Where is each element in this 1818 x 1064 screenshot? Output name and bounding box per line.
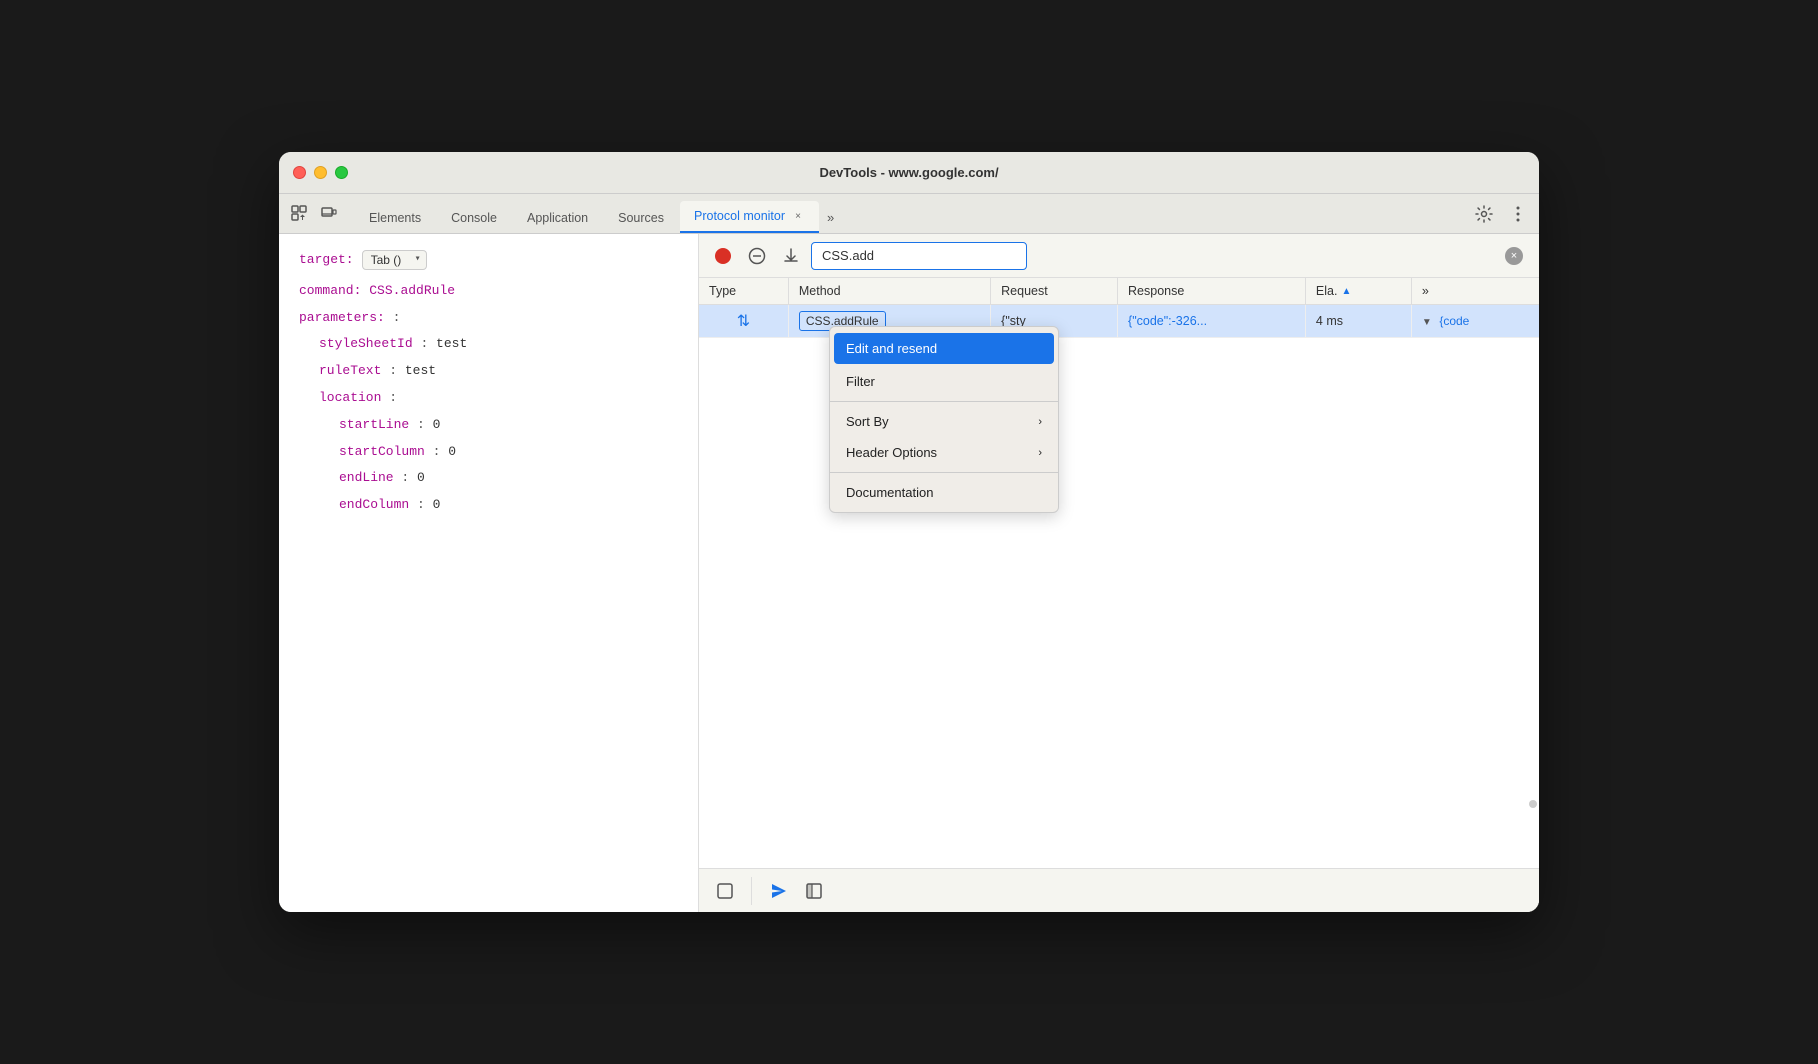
ctx-edit-resend[interactable]: Edit and resend bbox=[834, 333, 1054, 364]
bottom-divider bbox=[751, 877, 752, 905]
maximize-button[interactable] bbox=[335, 166, 348, 179]
devtools-window: DevTools - www.google.com/ bbox=[279, 152, 1539, 912]
end-col-value: 0 bbox=[433, 497, 441, 512]
col-type: Type bbox=[699, 278, 788, 305]
send-button[interactable] bbox=[764, 877, 792, 905]
tab-sources[interactable]: Sources bbox=[604, 203, 678, 233]
start-col-value: 0 bbox=[448, 444, 456, 459]
bottom-bar bbox=[699, 868, 1539, 912]
command-label: command: bbox=[299, 283, 361, 298]
table-container: Type Method Request Response Ela. ▲ bbox=[699, 278, 1539, 868]
settings-icon[interactable] bbox=[1471, 201, 1497, 227]
end-line-label: endLine bbox=[339, 470, 394, 485]
scrollbar-thumb bbox=[1529, 800, 1537, 808]
location-row: location : bbox=[299, 388, 678, 409]
start-line-row: startLine : 0 bbox=[299, 415, 678, 436]
start-line-value: 0 bbox=[433, 417, 441, 432]
end-line-value: 0 bbox=[417, 470, 425, 485]
search-input[interactable] bbox=[811, 242, 1027, 270]
elapsed-cell: 4 ms bbox=[1305, 305, 1411, 338]
response-value: {"code":-326... bbox=[1128, 314, 1207, 328]
col-response: Response bbox=[1118, 278, 1306, 305]
col-elapsed: Ela. ▲ bbox=[1305, 278, 1411, 305]
toolbar: × bbox=[699, 234, 1539, 278]
ctx-header-options[interactable]: Header Options › bbox=[830, 437, 1058, 468]
protocol-table: Type Method Request Response Ela. ▲ bbox=[699, 278, 1539, 338]
tab-bar: Elements Console Application Sources Pro… bbox=[279, 194, 1539, 234]
sort-arrow-icon: ▲ bbox=[1341, 286, 1351, 297]
style-sheet-row: styleSheetId : test bbox=[299, 334, 678, 355]
device-toggle-icon[interactable] bbox=[317, 201, 341, 225]
tab-application[interactable]: Application bbox=[513, 203, 602, 233]
location-label: location bbox=[319, 390, 381, 405]
detail-cell: ▼ {code bbox=[1411, 305, 1539, 338]
ctx-separator-2 bbox=[830, 472, 1058, 473]
col-request: Request bbox=[991, 278, 1118, 305]
more-options-icon[interactable] bbox=[1505, 201, 1531, 227]
clear-button[interactable] bbox=[743, 242, 771, 270]
table-row[interactable]: ⇅ CSS.addRule {"sty {"code":-326... 4 ms bbox=[699, 305, 1539, 338]
ctx-sort-chevron-icon: › bbox=[1038, 416, 1042, 428]
tab-close-icon[interactable]: × bbox=[791, 209, 805, 223]
main-content: target: Tab () command: CSS.addRule para… bbox=[279, 234, 1539, 912]
response-cell: {"code":-326... bbox=[1118, 305, 1306, 338]
tab-elements[interactable]: Elements bbox=[355, 203, 435, 233]
end-col-label: endColumn bbox=[339, 497, 409, 512]
end-line-row: endLine : 0 bbox=[299, 468, 678, 489]
command-row: command: CSS.addRule bbox=[299, 281, 678, 302]
start-line-label: startLine bbox=[339, 417, 409, 432]
parameters-row: parameters: : bbox=[299, 308, 678, 329]
context-menu: Edit and resend Filter Sort By › Header … bbox=[829, 326, 1059, 513]
style-sheet-label: styleSheetId bbox=[319, 336, 413, 351]
stop-recording-button[interactable] bbox=[709, 242, 737, 270]
target-select[interactable]: Tab () bbox=[362, 250, 427, 270]
style-sheet-value: test bbox=[436, 336, 467, 351]
target-select-wrap: Tab () bbox=[362, 250, 427, 270]
tab-icons bbox=[287, 201, 341, 233]
ctx-filter-label: Filter bbox=[846, 374, 875, 389]
minimize-button[interactable] bbox=[314, 166, 327, 179]
tab-console[interactable]: Console bbox=[437, 203, 511, 233]
traffic-lights bbox=[293, 166, 348, 179]
type-cell: ⇅ bbox=[699, 305, 788, 338]
start-col-row: startColumn : 0 bbox=[299, 442, 678, 463]
ctx-separator-1 bbox=[830, 401, 1058, 402]
rule-text-row: ruleText : test bbox=[299, 361, 678, 382]
tab-more-icon[interactable]: » bbox=[821, 202, 840, 233]
ctx-edit-resend-label: Edit and resend bbox=[846, 341, 937, 356]
search-wrap: × bbox=[811, 242, 1529, 270]
inspect-icon[interactable] bbox=[287, 201, 311, 225]
expand-icon: ▼ bbox=[1422, 317, 1432, 328]
close-button[interactable] bbox=[293, 166, 306, 179]
ctx-documentation-label: Documentation bbox=[846, 485, 933, 500]
new-tab-button[interactable] bbox=[711, 877, 739, 905]
panel-toggle-button[interactable] bbox=[800, 877, 828, 905]
ctx-documentation[interactable]: Documentation bbox=[830, 477, 1058, 508]
save-button[interactable] bbox=[777, 242, 805, 270]
ctx-header-options-label: Header Options bbox=[846, 445, 937, 460]
left-panel: target: Tab () command: CSS.addRule para… bbox=[279, 234, 699, 912]
start-col-label: startColumn bbox=[339, 444, 425, 459]
search-clear-button[interactable]: × bbox=[1505, 247, 1523, 265]
col-method: Method bbox=[788, 278, 990, 305]
right-panel: × Type Method Request Response bbox=[699, 234, 1539, 912]
title-bar: DevTools - www.google.com/ bbox=[279, 152, 1539, 194]
command-value: CSS.addRule bbox=[369, 283, 455, 298]
ctx-header-chevron-icon: › bbox=[1038, 447, 1042, 459]
col-more[interactable]: » bbox=[1411, 278, 1539, 305]
detail-value: {code bbox=[1439, 314, 1469, 328]
ctx-sort-by[interactable]: Sort By › bbox=[830, 406, 1058, 437]
window-title: DevTools - www.google.com/ bbox=[819, 165, 998, 180]
ctx-filter[interactable]: Filter bbox=[830, 366, 1058, 397]
end-col-row: endColumn : 0 bbox=[299, 495, 678, 516]
parameters-label: parameters: bbox=[299, 310, 385, 325]
rule-text-label: ruleText bbox=[319, 363, 381, 378]
tab-protocol-monitor[interactable]: Protocol monitor × bbox=[680, 201, 819, 233]
rule-text-value: test bbox=[405, 363, 436, 378]
ctx-sort-by-label: Sort By bbox=[846, 414, 889, 429]
arrows-icon: ⇅ bbox=[737, 311, 750, 331]
target-row: target: Tab () bbox=[299, 250, 678, 271]
target-label: target: bbox=[299, 250, 354, 271]
tab-bar-right bbox=[1471, 201, 1531, 233]
